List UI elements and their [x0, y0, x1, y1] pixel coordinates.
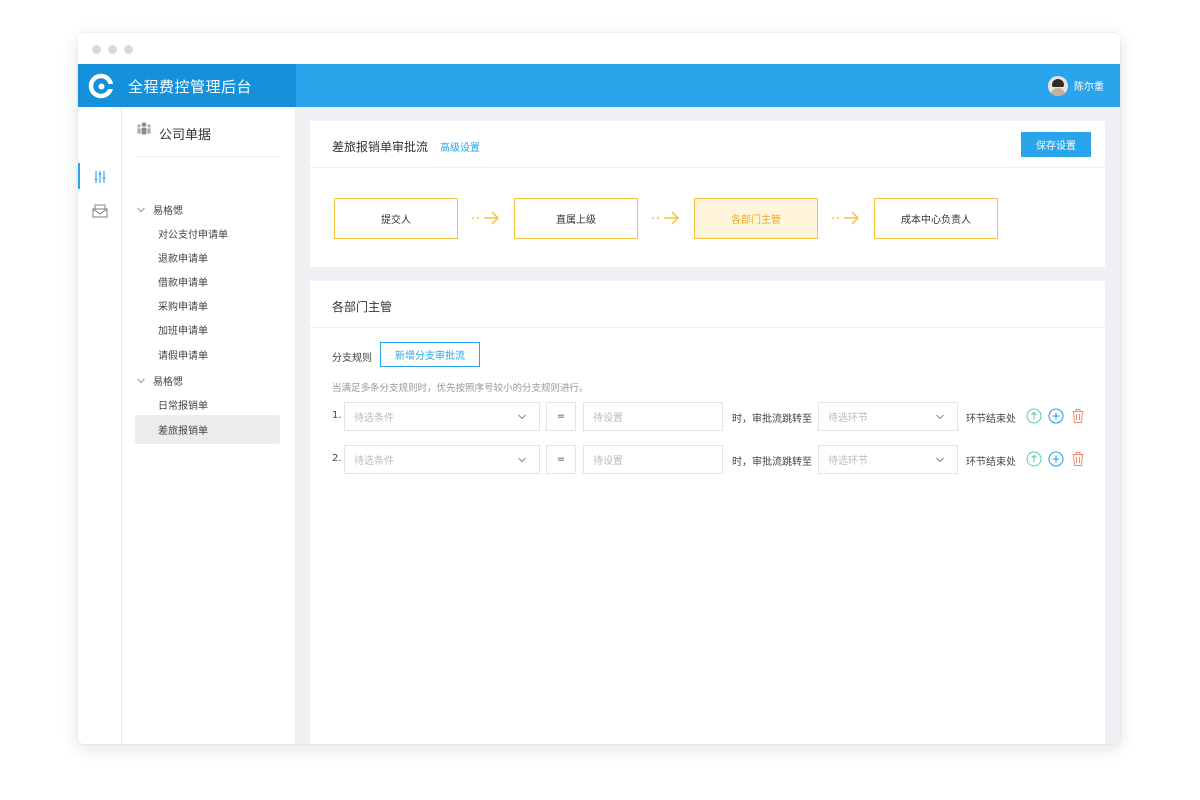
- nav-item-leave[interactable]: 请假申请单: [135, 340, 280, 369]
- step-end-text: 环节结束处: [966, 414, 1016, 425]
- nav-group-label: 易格愢: [153, 206, 183, 217]
- chevron-down-icon: [518, 414, 526, 420]
- window-titlebar: [78, 33, 1120, 64]
- rule-number: 1.: [332, 410, 342, 421]
- step-end-text: 环节结束处: [966, 457, 1016, 468]
- arrow-right-icon: [472, 211, 500, 225]
- value-input[interactable]: 待设置: [583, 402, 723, 431]
- advanced-settings-link[interactable]: 高级设置: [440, 139, 480, 154]
- operator-box[interactable]: =: [546, 402, 576, 431]
- condition-placeholder: 待选条件: [354, 413, 394, 424]
- user-menu[interactable]: 陈尔重: [1048, 64, 1120, 107]
- step-placeholder: 待选环节: [828, 413, 868, 424]
- nav-group-1[interactable]: 易格愢: [136, 202, 183, 217]
- condition-select[interactable]: 待选条件: [344, 402, 540, 431]
- nav-header-title: 公司单据: [159, 128, 212, 143]
- chevron-down-icon: [936, 457, 944, 463]
- avatar[interactable]: [1048, 75, 1068, 96]
- flow-node-dept-manager[interactable]: 各部门主管: [694, 198, 818, 239]
- branch-hint-text: 当满足多条分支规则时，优先按照序号较小的分支规则进行。: [332, 383, 589, 394]
- user-name: 陈尔重: [1074, 82, 1104, 93]
- branch-rules-card: 各部门主管 分支规则 新增分支审批流 当满足多条分支规则时，优先按照序号较小的分…: [310, 281, 1105, 744]
- window-minimize-dot[interactable]: [108, 45, 117, 54]
- nav-item-travel-expense[interactable]: 差旅报销单: [135, 415, 280, 444]
- nav-group-2[interactable]: 易格愢: [136, 373, 183, 388]
- save-settings-button[interactable]: 保存设置: [1021, 132, 1091, 157]
- move-up-icon[interactable]: [1026, 451, 1042, 467]
- add-circle-icon[interactable]: [1048, 408, 1064, 424]
- main-content: 差旅报销单审批流 高级设置 保存设置 提交人 直属上级 各部门主管 成本中心负责…: [296, 107, 1120, 744]
- trash-icon[interactable]: [1070, 451, 1086, 467]
- window-maximize-dot[interactable]: [124, 45, 133, 54]
- add-circle-icon[interactable]: [1048, 451, 1064, 467]
- icon-sidebar: [78, 107, 122, 744]
- app-title: 全程费控管理后台: [128, 78, 253, 96]
- window-close-dot[interactable]: [92, 45, 101, 54]
- step-select[interactable]: 待选环节: [818, 402, 958, 431]
- jump-to-text: 时，审批流跳转至: [732, 414, 812, 425]
- chevron-down-icon: [137, 207, 145, 212]
- flow-node-direct-supervisor[interactable]: 直属上级: [514, 198, 638, 239]
- flow-node-cost-center-head[interactable]: 成本中心负责人: [874, 198, 998, 239]
- value-input[interactable]: 待设置: [583, 445, 723, 474]
- brand-area[interactable]: 全程费控管理后台: [78, 64, 296, 107]
- chevron-down-icon: [936, 414, 944, 420]
- jump-to-text: 时，审批流跳转至: [732, 457, 812, 468]
- app-window: 全程费控管理后台 陈尔重 公司单据 易格愢 对公支付申请单 退款申请单 借款申请…: [78, 33, 1120, 744]
- nav-group-label: 易格愢: [153, 377, 183, 388]
- app-logo-icon: [88, 73, 114, 99]
- rule-number: 2.: [332, 453, 342, 464]
- branch-rules-label: 分支规则: [332, 353, 372, 364]
- value-placeholder: 待设置: [593, 413, 623, 424]
- step-placeholder: 待选环节: [828, 456, 868, 467]
- operator-box[interactable]: =: [546, 445, 576, 474]
- flow-node-submitter[interactable]: 提交人: [334, 198, 458, 239]
- step-select[interactable]: 待选环节: [818, 445, 958, 474]
- condition-select[interactable]: 待选条件: [344, 445, 540, 474]
- arrow-right-icon: [652, 211, 680, 225]
- card-divider: [310, 167, 1105, 168]
- card-divider: [310, 327, 1105, 328]
- value-placeholder: 待设置: [593, 456, 623, 467]
- branch-card-title: 各部门主管: [332, 300, 393, 314]
- branch-rule-row: 2. 待选条件 = 待设置 时，审批流跳转至 待选环节 环节结束处: [332, 445, 1102, 475]
- sliders-icon: [94, 171, 106, 183]
- arrow-right-icon: [832, 211, 860, 225]
- top-header: 全程费控管理后台 陈尔重: [78, 64, 1120, 107]
- document-nav-panel: 公司单据 易格愢 对公支付申请单 退款申请单 借款申请单 采购申请单 加班申请单…: [122, 107, 296, 744]
- branch-rule-row: 1. 待选条件 = 待设置 时，审批流跳转至 待选环节 环节结束处: [332, 402, 1102, 432]
- add-branch-flow-button[interactable]: 新增分支审批流: [380, 342, 480, 367]
- flow-card-title: 差旅报销单审批流: [332, 140, 429, 154]
- sidebar-item-settings[interactable]: [78, 162, 122, 192]
- people-icon: [137, 122, 151, 135]
- chevron-down-icon: [518, 457, 526, 463]
- condition-placeholder: 待选条件: [354, 456, 394, 467]
- nav-header: 公司单据: [136, 121, 280, 157]
- sidebar-item-inbox[interactable]: [78, 196, 122, 226]
- move-up-icon[interactable]: [1026, 408, 1042, 424]
- chevron-down-icon: [137, 378, 145, 383]
- inbox-icon: [92, 204, 108, 218]
- trash-icon[interactable]: [1070, 408, 1086, 424]
- approval-flow-card: 差旅报销单审批流 高级设置 保存设置 提交人 直属上级 各部门主管 成本中心负责…: [310, 121, 1105, 267]
